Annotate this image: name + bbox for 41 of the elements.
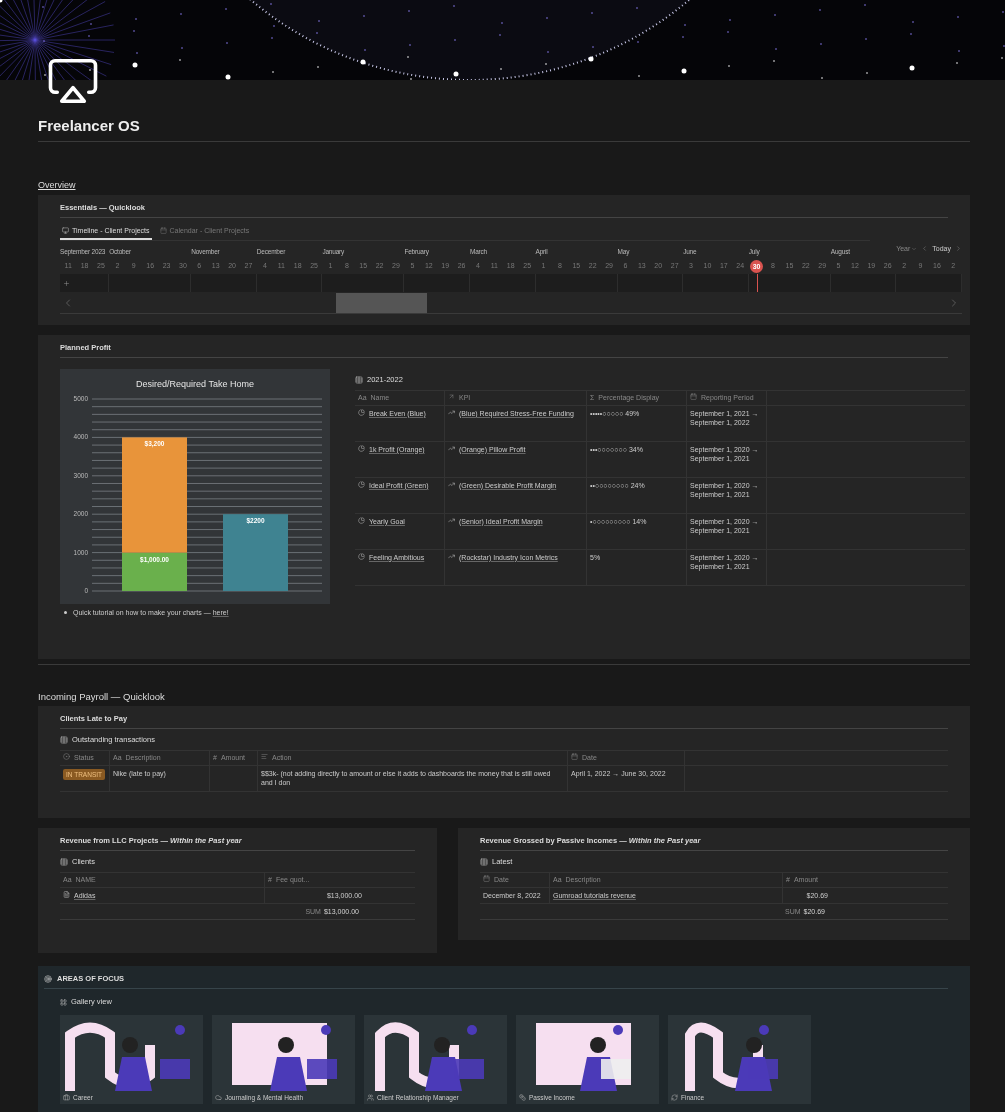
table-icon bbox=[60, 858, 68, 866]
calendar-icon bbox=[690, 393, 697, 400]
trend-icon bbox=[448, 516, 455, 524]
today-line bbox=[757, 274, 758, 292]
section-heading: Incoming Payroll — Quicklook bbox=[38, 690, 166, 703]
pie-chart-icon bbox=[358, 480, 365, 488]
table-icon bbox=[480, 858, 488, 866]
cloud-icon bbox=[215, 1094, 222, 1101]
briefcase-icon bbox=[63, 1094, 70, 1101]
chevron-left-icon bbox=[921, 245, 929, 252]
pie-chart-icon bbox=[358, 516, 365, 524]
refresh-icon bbox=[671, 1094, 678, 1101]
trend-icon bbox=[448, 444, 455, 452]
overview-link[interactable]: Overview bbox=[38, 179, 76, 191]
page-title: Freelancer OS bbox=[38, 116, 970, 142]
calendar-icon bbox=[159, 227, 167, 234]
add-icon bbox=[63, 279, 70, 287]
table-icon bbox=[60, 736, 68, 744]
trend-icon bbox=[448, 408, 455, 416]
calendar-icon bbox=[571, 753, 578, 760]
scrollbar-thumb[interactable] bbox=[336, 292, 427, 313]
document-icon bbox=[63, 890, 70, 898]
grid-icon bbox=[60, 998, 67, 1006]
trend-icon bbox=[448, 480, 455, 488]
arrow-icon bbox=[448, 393, 455, 400]
pie-chart-icon bbox=[358, 444, 365, 452]
trend-icon bbox=[448, 552, 455, 560]
chevron-down-icon bbox=[911, 245, 918, 252]
chevron-right-icon bbox=[955, 245, 962, 252]
pie-chart-icon bbox=[358, 552, 365, 560]
coins-icon bbox=[519, 1094, 526, 1101]
status-icon bbox=[63, 753, 70, 760]
people-icon bbox=[367, 1094, 374, 1101]
timeline-icon bbox=[62, 227, 69, 234]
target-icon bbox=[44, 975, 52, 983]
calendar-icon bbox=[483, 875, 490, 882]
text-lines-icon bbox=[261, 753, 268, 760]
bullet-icon bbox=[64, 611, 67, 614]
table-icon bbox=[355, 376, 363, 384]
chart-title: Desired/Required Take Home bbox=[136, 379, 254, 389]
pie-chart-icon bbox=[358, 408, 365, 416]
